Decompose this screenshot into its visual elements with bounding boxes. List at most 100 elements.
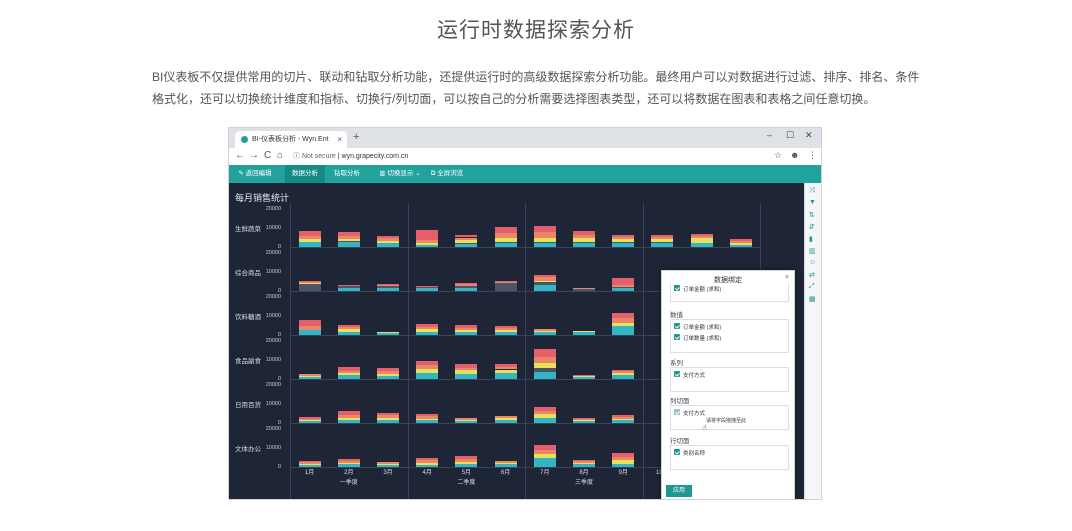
- stacked-bar[interactable]: [337, 459, 360, 467]
- stacked-bar[interactable]: [533, 445, 556, 467]
- stacked-bar[interactable]: [337, 324, 360, 335]
- stacked-bar[interactable]: [455, 364, 478, 379]
- bookmark-star-icon[interactable]: ☆: [774, 150, 782, 161]
- data-binding-dialog: 数据绑定 × 订单金额 (求和) 数值 订单金额 (求和) 订单数量 (求和) 系列支…: [661, 270, 795, 499]
- stacked-bar[interactable]: [494, 364, 517, 379]
- dialog-field-list[interactable]: 订单金额 (求和) 订单数量 (求和): [670, 319, 789, 353]
- stacked-bar[interactable]: [377, 412, 399, 423]
- sidebar-tool-icon[interactable]: ☺: [809, 259, 816, 266]
- browser-tab[interactable]: BI-仪表板分析 - Wyn Ent ×: [235, 131, 347, 148]
- stacked-bar[interactable]: [416, 323, 439, 335]
- stacked-bar[interactable]: [573, 230, 595, 247]
- stacked-bar[interactable]: [455, 283, 478, 291]
- stacked-bar[interactable]: [377, 235, 399, 247]
- stacked-bar[interactable]: [455, 417, 478, 423]
- stacked-bar[interactable]: [533, 275, 556, 291]
- stacked-bar[interactable]: [612, 234, 635, 247]
- bar-segment: [690, 234, 713, 236]
- stacked-bar[interactable]: [573, 330, 595, 335]
- stacked-bar[interactable]: [533, 226, 556, 247]
- view-toggle-dropdown[interactable]: ▥ 切换显示 ⌄: [377, 165, 423, 183]
- stacked-bar[interactable]: [494, 325, 517, 335]
- stacked-bar[interactable]: [377, 284, 399, 291]
- stacked-bar[interactable]: [573, 417, 595, 423]
- sidebar-tool-icon[interactable]: ⤢: [809, 283, 815, 291]
- stacked-bar[interactable]: [612, 278, 635, 291]
- stacked-bar[interactable]: [416, 285, 439, 291]
- checkbox-icon[interactable]: [674, 409, 680, 415]
- minimize-button[interactable]: –: [767, 130, 772, 140]
- dialog-field-list[interactable]: 类别名称: [670, 445, 789, 470]
- forward-icon[interactable]: →: [249, 150, 259, 161]
- checkbox-icon[interactable]: [674, 334, 680, 340]
- back-icon[interactable]: ←: [235, 150, 245, 161]
- stacked-bar[interactable]: [612, 369, 635, 379]
- stacked-bar[interactable]: [298, 280, 321, 291]
- stacked-bar[interactable]: [377, 367, 399, 379]
- maximize-button[interactable]: ☐: [786, 130, 794, 141]
- dialog-field-list[interactable]: 支付方式: [670, 367, 789, 392]
- stacked-bar[interactable]: [612, 453, 635, 467]
- sidebar-tool-icon[interactable]: ▦: [809, 295, 816, 303]
- home-icon[interactable]: ⌂: [277, 150, 283, 161]
- close-window-button[interactable]: ✕: [805, 130, 813, 141]
- stacked-bar[interactable]: [298, 231, 321, 247]
- stacked-bar[interactable]: [494, 416, 517, 423]
- stacked-bar[interactable]: [455, 455, 478, 467]
- checkbox-icon[interactable]: [674, 371, 680, 377]
- stacked-bar[interactable]: [494, 227, 517, 247]
- stacked-bar[interactable]: [337, 410, 360, 423]
- apply-button[interactable]: 应用: [666, 485, 692, 497]
- checkbox-icon[interactable]: [674, 323, 680, 329]
- bar-segment: [494, 364, 517, 367]
- stacked-bar[interactable]: [455, 234, 478, 247]
- stacked-bar[interactable]: [651, 234, 674, 247]
- stacked-bar[interactable]: [573, 374, 595, 379]
- sidebar-tool-icon[interactable]: ▮: [809, 235, 813, 243]
- top-field-list[interactable]: 订单金额 (求和): [670, 283, 789, 302]
- stacked-bar[interactable]: [416, 229, 439, 247]
- stacked-bar[interactable]: [298, 416, 321, 423]
- stacked-bar[interactable]: [298, 320, 321, 335]
- stacked-bar[interactable]: [416, 413, 439, 423]
- stacked-bar[interactable]: [729, 239, 752, 247]
- stacked-bar[interactable]: [377, 331, 399, 335]
- stacked-bar[interactable]: [494, 280, 517, 291]
- stacked-bar[interactable]: [337, 284, 360, 291]
- full-screen-button[interactable]: ⧉ 全屏浏览: [427, 165, 467, 183]
- stacked-bar[interactable]: [298, 373, 321, 379]
- dialog-close-icon[interactable]: ×: [785, 274, 789, 281]
- checkbox-icon[interactable]: [674, 285, 680, 291]
- sidebar-tool-icon[interactable]: ⇵: [809, 223, 815, 231]
- sidebar-tool-icon[interactable]: ▥: [809, 247, 816, 255]
- url-field[interactable]: ⓘ Not secure | wyn.grapecity.com.cn: [293, 150, 408, 163]
- stacked-bar[interactable]: [690, 234, 713, 247]
- sidebar-tool-icon[interactable]: ▼: [809, 199, 816, 206]
- stacked-bar[interactable]: [416, 457, 439, 467]
- tab-drill-analysis[interactable]: 钻取分析: [329, 165, 365, 183]
- sidebar-tool-icon[interactable]: ⤨: [809, 187, 815, 195]
- stacked-bar[interactable]: [573, 460, 595, 467]
- checkbox-icon[interactable]: [674, 449, 680, 455]
- stacked-bar[interactable]: [337, 231, 360, 247]
- stacked-bar[interactable]: [533, 348, 556, 379]
- new-tab-button[interactable]: +: [353, 131, 359, 143]
- bar-segment: [337, 417, 360, 421]
- security-indicator[interactable]: ⓘ Not secure: [293, 153, 336, 160]
- stacked-bar[interactable]: [612, 415, 635, 423]
- stacked-bar[interactable]: [612, 312, 635, 335]
- reload-icon[interactable]: C: [264, 150, 271, 161]
- edit-button[interactable]: ✎ 返回编辑: [233, 165, 277, 183]
- sidebar-tool-icon[interactable]: ⇄: [809, 271, 815, 279]
- stacked-bar[interactable]: [337, 366, 360, 379]
- sidebar-tool-icon[interactable]: ⇅: [809, 211, 815, 219]
- stacked-bar[interactable]: [533, 407, 556, 423]
- stacked-bar[interactable]: [533, 328, 556, 335]
- stacked-bar[interactable]: [455, 324, 478, 335]
- extensions-icon[interactable]: ☻: [790, 150, 799, 160]
- tab-data-analysis[interactable]: 数据分析: [285, 165, 325, 183]
- stacked-bar[interactable]: [573, 287, 595, 291]
- tab-close-icon[interactable]: ×: [337, 131, 342, 148]
- stacked-bar[interactable]: [416, 360, 439, 379]
- browser-menu-icon[interactable]: ⋮: [808, 150, 817, 161]
